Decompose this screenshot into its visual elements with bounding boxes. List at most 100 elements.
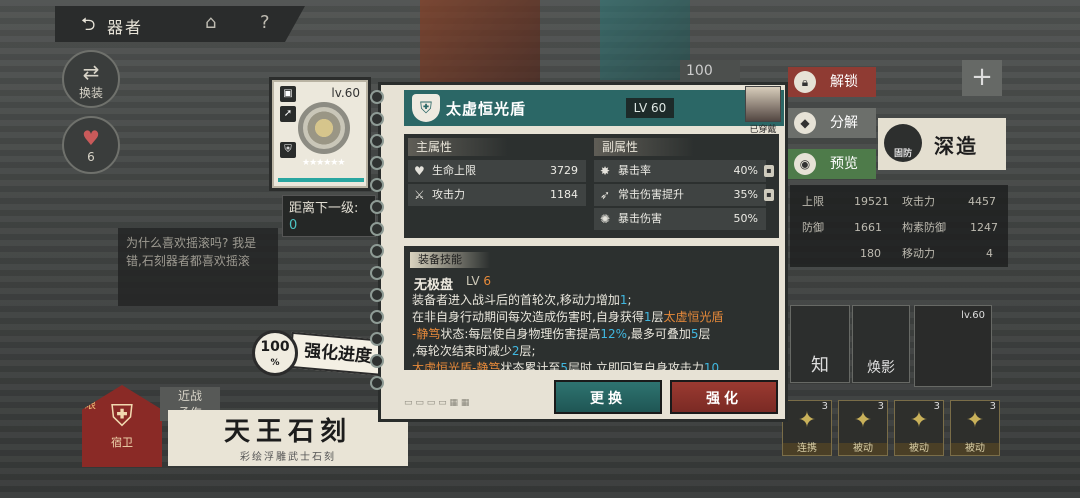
upgrade-button[interactable]: 强化 xyxy=(670,380,778,414)
swap-outfit-button[interactable]: ⇄ 换装 xyxy=(62,50,120,108)
lock-icon: 🔒︎ xyxy=(794,71,816,93)
deepen-button[interactable]: 固防 深造 xyxy=(878,118,1006,170)
next-level-value: 0 xyxy=(289,218,298,233)
binder-ring xyxy=(370,134,384,148)
character-subtitle: 彩绘浮雕武士石刻 xyxy=(240,452,336,463)
skill-section-title: 装备技能 xyxy=(410,252,490,268)
skill-slot[interactable]: ✦ 3 被动 xyxy=(950,400,1000,456)
skill-text: 状态累计至 xyxy=(500,361,561,370)
unlock-tab[interactable]: 🔒︎ 解锁 xyxy=(788,67,876,97)
binder-ring xyxy=(370,200,384,214)
binder-ring xyxy=(370,90,384,104)
crossed-swords-icon: ⚔ xyxy=(414,188,425,202)
shield-icon: ⛨ xyxy=(412,94,440,122)
stat-value: 1661 xyxy=(854,221,882,234)
next-level-box: 距离下一级: 0 xyxy=(282,195,376,237)
attributes-panel: 主属性 副属性 ♥ 生命上限 3729 ⚔ 攻击力 1184 ✸ 暴击率 40%… xyxy=(404,134,779,238)
skill-text: ,最多可叠加 xyxy=(627,327,691,341)
attr-name: 暴击伤害 xyxy=(618,212,662,225)
skill-text: 层 xyxy=(651,310,664,324)
lock-icon[interactable]: ▪ xyxy=(764,165,774,177)
skill-level-prefix: LV xyxy=(466,274,480,288)
binder-ring xyxy=(370,310,384,324)
equipment-card[interactable]: lv.60 ▣ ➚ ⛨ ★★★★★★ xyxy=(272,80,368,188)
unlock-tab-label: 解锁 xyxy=(830,74,858,90)
swap-icon: ⇄ xyxy=(82,60,100,84)
back-arrow-icon[interactable]: ⮌ xyxy=(81,12,95,42)
stat-value: 4457 xyxy=(968,195,996,208)
main-attr-row: ⚔ 攻击力 1184 xyxy=(408,184,586,206)
sub-attr-title: 副属性 xyxy=(594,138,694,156)
card-progress-bar xyxy=(278,178,364,182)
next-level-label: 距离下一级: xyxy=(289,201,359,216)
skill-status-name: 太虚恒光盾-静笃 xyxy=(412,361,501,370)
item-header: ⛨ 太虚恒光盾 LV 60 xyxy=(404,90,784,126)
skill-slot-label: 被动 xyxy=(951,443,999,455)
burst-icon: ✺ xyxy=(600,212,611,226)
skill-text: 在非自身行动期间每次造成伤害时,自身获得 xyxy=(412,310,644,324)
home-icon[interactable]: ⌂ xyxy=(205,12,216,33)
class-label: 宿卫 xyxy=(111,436,133,449)
character-name: 天王石刻 xyxy=(223,417,352,447)
upgrade-progress-badge: 强化进度 100 % xyxy=(252,326,388,380)
stat-value: 4 xyxy=(986,247,993,260)
arrow-icon: ➚ xyxy=(280,106,296,122)
equipped-slot[interactable]: lv.60 xyxy=(914,305,992,387)
skill-slot-label: 被动 xyxy=(895,443,943,455)
shield-icon: ⛨ xyxy=(280,142,296,158)
skill-slot-count: 3 xyxy=(989,401,996,412)
deepen-label: 深造 xyxy=(934,134,978,158)
help-button[interactable]: ? xyxy=(260,12,270,33)
skill-slot[interactable]: ✦ 3 被动 xyxy=(894,400,944,456)
attr-name: 常击伤害提升 xyxy=(618,188,684,201)
page-title: 器者 xyxy=(107,18,144,37)
swap-button[interactable]: 更换 xyxy=(554,380,662,414)
heart-icon: ♥ xyxy=(414,164,425,178)
skill-description: 装备者进入战斗后的首轮次,移动力增加1; 在非自身行动期间每次造成伤害时,自身获… xyxy=(412,292,772,370)
dialog-footer-marks: ▭ ▭ ▭ ▭ ▦ ▦ xyxy=(404,398,470,408)
stat-value: 1247 xyxy=(970,221,998,234)
attr-name: 生命上限 xyxy=(432,164,476,177)
equipment-card-level: lv.60 xyxy=(331,86,360,100)
main-attr-row: ♥ 生命上限 3729 xyxy=(408,160,586,182)
side-tile[interactable]: 知 xyxy=(790,305,850,383)
stat-name: 上限 xyxy=(802,195,824,208)
game-screen: ⮌ 器者 ⌂ ? ⇄ 换装 ♥ 6 为什么喜欢摇滚吗? 我是错,石刻器者都喜欢摇… xyxy=(0,0,1080,498)
lock-icon: ▣ xyxy=(280,86,296,102)
preview-tab-label: 预览 xyxy=(830,156,858,172)
skill-text: 层时,立即回复自身攻击力 xyxy=(568,361,704,370)
attr-value: 35% xyxy=(733,188,758,201)
skill-status-name: -静笃 xyxy=(412,327,441,341)
disassemble-tab[interactable]: ◆ 分解 xyxy=(788,108,876,138)
role-tag: 近战 xyxy=(160,387,220,404)
side-tile[interactable]: 焕影 xyxy=(852,305,910,383)
background-counter: 100 xyxy=(680,60,740,82)
rarity-stars: ★★★★★★ xyxy=(302,158,345,168)
add-icon[interactable]: + xyxy=(962,60,1002,96)
attr-name: 暴击率 xyxy=(618,164,651,177)
top-bar: ⮌ 器者 ⌂ ? xyxy=(55,6,305,42)
skill-status-name: 太虚恒光盾 xyxy=(663,310,724,324)
preview-tab[interactable]: ◉ 预览 xyxy=(788,149,876,179)
main-attr-title: 主属性 xyxy=(408,138,508,156)
binder-ring xyxy=(370,376,384,390)
heart-icon: ♥ xyxy=(82,126,100,150)
fixed-defense-icon: 固防 xyxy=(884,124,922,162)
attr-value: 40% xyxy=(733,164,758,177)
skill-text: ,每轮次结束时减少 xyxy=(412,344,512,358)
skill-slot[interactable]: ✦ 3 被动 xyxy=(838,400,888,456)
stat-name: 防御 xyxy=(802,221,824,234)
skill-slot-count: 3 xyxy=(933,401,940,412)
sub-attr-row: ✺ 暴击伤害 50% xyxy=(594,208,766,230)
equipment-skill-panel: 装备技能 无极盘 LV 6 装备者进入战斗后的首轮次,移动力增加1; 在非自身行… xyxy=(404,246,779,370)
stat-name: 移动力 xyxy=(902,247,935,260)
crit-icon: ✸ xyxy=(600,164,611,178)
binder-ring xyxy=(370,156,384,170)
lock-icon[interactable]: ▪ xyxy=(764,189,774,201)
skill-text: 层 xyxy=(698,327,711,341)
binder-ring xyxy=(370,354,384,368)
skill-slot-count: 3 xyxy=(821,401,828,412)
skill-slot[interactable]: ✦ 3 连携 xyxy=(782,400,832,456)
affection-button[interactable]: ♥ 6 xyxy=(62,116,120,174)
skill-text: 状态:每层使自身物理伤害提高 xyxy=(440,327,601,341)
